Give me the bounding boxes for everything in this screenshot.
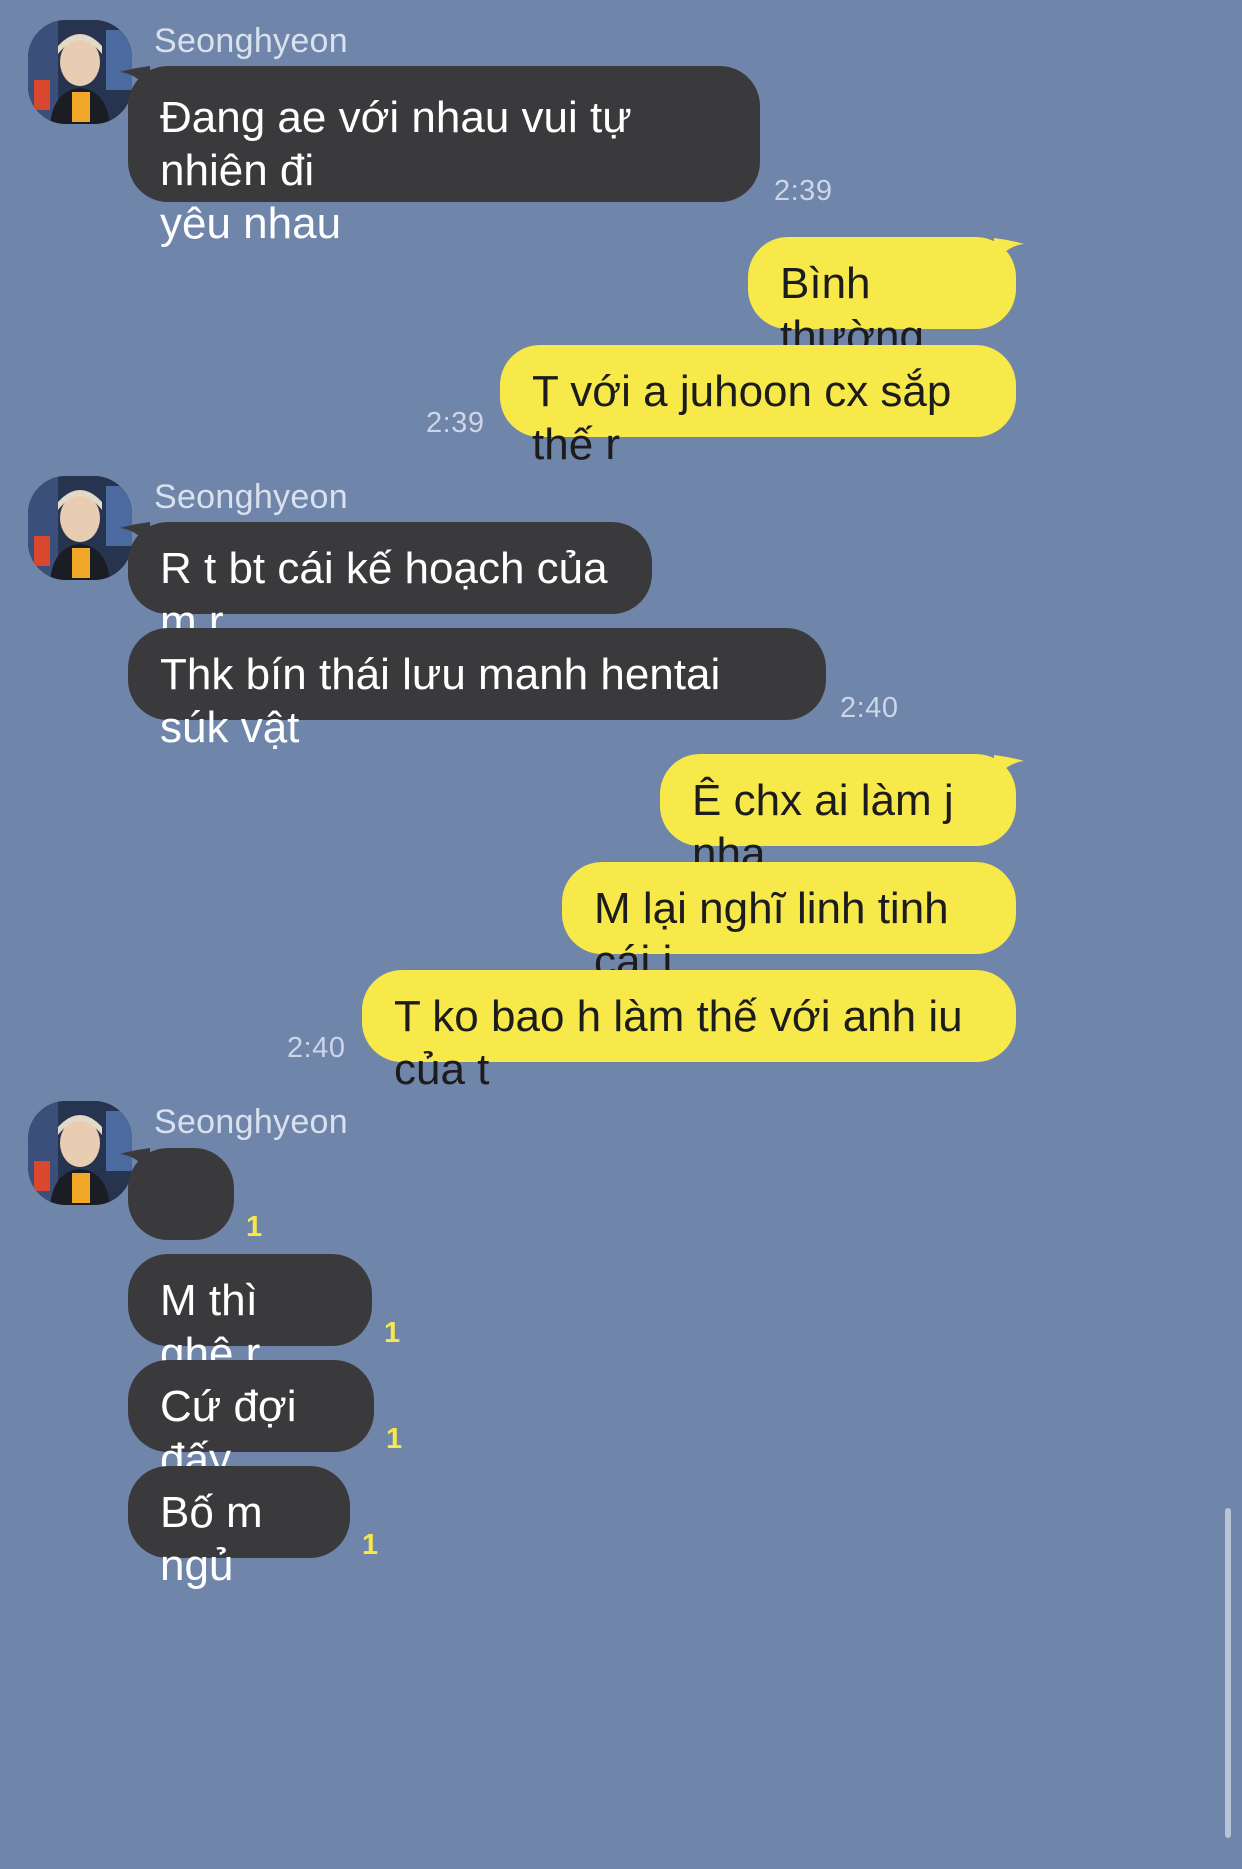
contact-avatar[interactable] (28, 1101, 132, 1205)
message-bubble-outgoing[interactable]: T ko bao h làm thế với anh iu của t (362, 970, 1016, 1094)
message-bubble-incoming[interactable]: M thì ghê r (128, 1254, 372, 1378)
message-bubble-incoming[interactable] (128, 1148, 234, 1328)
unread-count: 1 (246, 1211, 263, 1243)
sender-name: Seonghyeon (154, 478, 348, 516)
sender-name: Seonghyeon (154, 22, 348, 60)
unread-count: 1 (386, 1423, 403, 1455)
message-bubble-incoming[interactable]: Đang ae với nhau vui tự nhiên đi yêu nha… (128, 66, 760, 248)
contact-avatar[interactable] (28, 476, 132, 580)
message-timestamp: 2:39 (774, 175, 833, 207)
contact-avatar[interactable] (28, 20, 132, 124)
sender-name: Seonghyeon (154, 1103, 348, 1141)
unread-count: 1 (362, 1529, 379, 1561)
message-bubble-outgoing[interactable]: Ê chx ai làm j nha (660, 754, 1016, 878)
message-bubble-outgoing[interactable]: M lại nghĩ linh tinh cái j (562, 862, 1016, 986)
message-bubble-outgoing[interactable]: T với a juhoon cx sắp thế r (500, 345, 1016, 469)
unread-count: 1 (384, 1317, 401, 1349)
chat-view[interactable]: Seonghyeon Đang ae với nhau vui tự nhiên… (0, 0, 1242, 1869)
message-bubble-incoming[interactable]: Cứ đợi đấy (128, 1360, 374, 1484)
scrollbar[interactable] (1225, 1508, 1231, 1838)
message-timestamp: 2:40 (287, 1032, 346, 1064)
message-timestamp: 2:40 (840, 692, 899, 724)
message-bubble-incoming[interactable]: Bố m ngủ (128, 1466, 350, 1590)
message-timestamp: 2:39 (426, 407, 485, 439)
message-bubble-outgoing[interactable]: Bình thường (748, 237, 1016, 361)
message-bubble-incoming[interactable]: Thk bín thái lưu manh hentai súk vật (128, 628, 826, 752)
message-bubble-incoming[interactable]: R t bt cái kế hoạch của m r (128, 522, 652, 646)
